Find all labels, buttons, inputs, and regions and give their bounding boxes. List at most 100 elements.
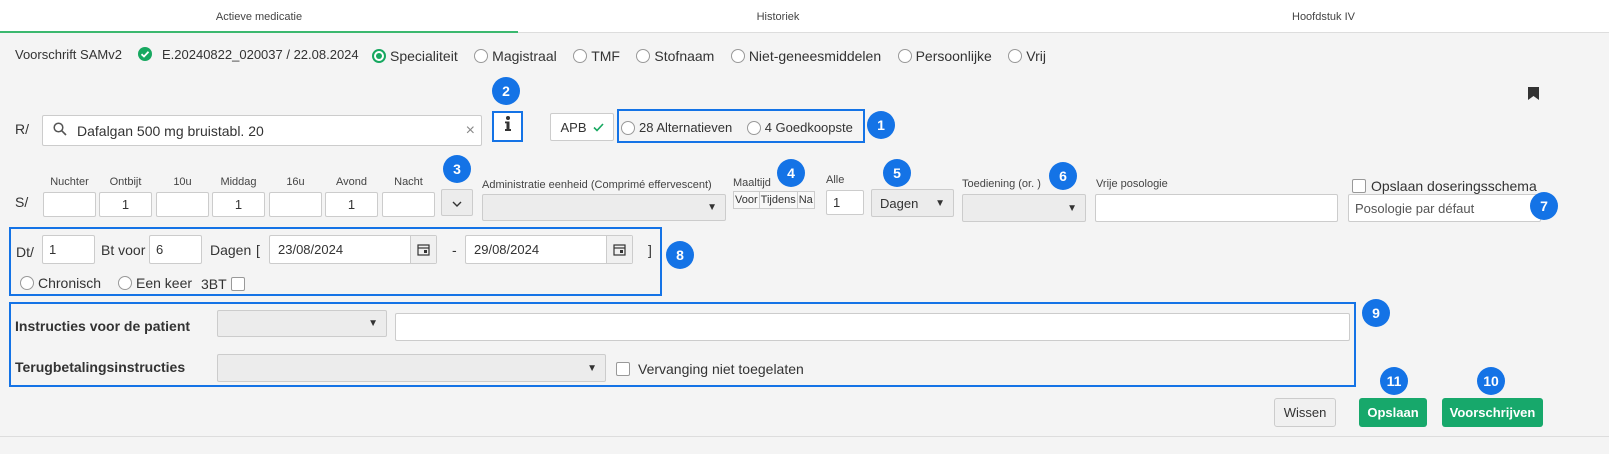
meal-option-tijdens[interactable]: Tijdens [759,191,798,209]
divider [0,436,1609,437]
time-input-avond[interactable]: 1 [325,192,378,217]
bracket-close: ] [648,242,652,258]
time-input-16u[interactable] [269,192,322,217]
apb-button[interactable]: APB [550,113,614,141]
annotation-badge-10: 10 [1477,367,1505,395]
check-circle-icon [138,47,152,66]
time-input-nacht[interactable] [382,192,435,217]
time-input-middag[interactable]: 1 [212,192,265,217]
patient-instructions-select[interactable]: ▼ [217,310,387,337]
medication-search-input[interactable]: Dafalgan 500 mg bruistabl. 20 × [42,115,482,146]
time-input-nuchter[interactable] [43,192,96,217]
save-schema-checkbox[interactable]: Opslaan doseringsschema [1352,177,1537,195]
meal-label: Maaltijd [733,177,771,189]
type-radio-niet-geneesmiddelen[interactable]: Niet-geneesmiddelen [730,47,881,64]
bt-voor-label: Bt voor [101,242,146,258]
type-radio-vrij[interactable]: Vrij [1008,47,1046,64]
route-select[interactable]: ▼ [962,194,1086,222]
bracket-open: [ [256,242,260,258]
time-input-ontbijt[interactable]: 1 [99,192,152,217]
info-icon [504,116,512,137]
dagen-label: Dagen [210,242,252,258]
dt-days-input[interactable]: 6 [149,235,202,264]
chronisch-radio[interactable]: Chronisch [20,274,101,292]
tab-bar: Actieve medicatie Historiek Hoofdstuk IV [0,0,1609,33]
prescription-id: E.20240822_020037 / 22.08.2024 [162,47,359,62]
s-label: S/ [15,194,29,210]
annotation-badge-1: 1 [867,111,895,139]
patient-instructions-input[interactable] [395,313,1350,341]
type-radio-group: Specialiteit Magistraal TMF Stofnaam Nie… [372,47,1046,65]
alternatives-radio[interactable]: 28 Alternatieven [621,119,732,136]
end-date-value: 29/08/2024 [474,242,540,257]
chevron-down-icon: ▼ [935,197,945,209]
clear-button[interactable]: Wissen [1274,398,1336,427]
every-label: Alle [826,174,845,186]
type-radio-tmf[interactable]: TMF [573,47,620,64]
annotation-badge-8: 8 [666,241,694,269]
dt-quantity-input[interactable]: 1 [42,235,95,264]
search-icon [53,122,67,139]
cheapest-radio[interactable]: 4 Goedkoopste [746,119,853,136]
expand-times-button[interactable] [441,189,473,216]
een-keer-radio[interactable]: Een keer [118,274,192,292]
3bt-checkbox[interactable]: 3BT [201,275,245,293]
bookmark-icon[interactable] [1528,87,1539,105]
3bt-label: 3BT [201,275,227,292]
apb-label: APB [560,119,587,135]
alternatives-radio-group: 28 Alternatieven 4 Goedkoopste [621,119,853,137]
type-radio-specialiteit[interactable]: Specialiteit [372,47,458,64]
calendar-icon[interactable] [606,236,632,263]
time-label-nuchter: Nuchter [50,176,89,188]
r-label: R/ [15,121,29,137]
admin-unit-select[interactable]: ▼ [482,194,726,221]
chevron-down-icon: ▼ [368,318,378,329]
reimbursement-label: Terugbetalingsinstructies [15,359,186,375]
route-label: Toediening (or. ) [962,178,1041,190]
tab-actieve-medicatie[interactable]: Actieve medicatie [0,0,518,33]
meal-option-na[interactable]: Na [797,191,815,209]
medication-search-value: Dafalgan 500 mg bruistabl. 20 [77,122,264,139]
default-posology-input[interactable]: Posologie par défaut [1348,194,1541,222]
type-radio-stofnaam[interactable]: Stofnaam [636,47,714,64]
every-input[interactable]: 1 [826,190,864,215]
tab-hoofdstuk-iv[interactable]: Hoofdstuk IV [1038,0,1609,33]
type-radio-magistraal[interactable]: Magistraal [474,47,557,64]
save-button[interactable]: Opslaan [1359,398,1427,427]
unit-select[interactable]: Dagen ▼ [871,189,954,217]
substitution-checkbox[interactable]: Vervanging niet toegelaten [616,360,804,378]
annotation-badge-2: 2 [492,77,520,105]
time-input-10u[interactable] [156,192,209,217]
prescription-title: Voorschrift SAMv2 [15,47,122,62]
calendar-icon[interactable] [410,236,436,263]
meal-options: Voor Tijdens Na [733,191,815,209]
time-label-nacht: Nacht [394,176,423,188]
time-label-10u: 10u [173,176,192,188]
date-dash: - [452,242,457,258]
tab-historiek[interactable]: Historiek [518,0,1038,33]
save-schema-label: Opslaan doseringsschema [1371,177,1537,194]
info-button[interactable] [492,111,523,142]
annotation-badge-6: 6 [1049,162,1077,190]
free-posology-label: Vrije posologie [1096,178,1168,190]
annotation-badge-4: 4 [777,159,805,187]
clear-icon[interactable]: × [466,122,475,140]
check-icon [592,120,604,135]
time-label-ontbijt: Ontbijt [109,176,142,188]
end-date-input[interactable]: 29/08/2024 [465,235,633,264]
annotation-badge-3: 3 [443,155,471,183]
reimbursement-select[interactable]: ▼ [217,354,606,382]
chevron-down-icon: ▼ [1067,202,1077,214]
chevron-down-icon [452,194,462,212]
type-radio-persoonlijke[interactable]: Persoonlijke [897,47,992,64]
free-posology-input[interactable] [1095,194,1338,222]
prescribe-button[interactable]: Voorschrijven [1442,398,1543,427]
substitution-label: Vervanging niet toegelaten [638,360,804,377]
chevron-down-icon: ▼ [707,202,717,213]
annotation-badge-9: 9 [1362,299,1390,327]
start-date-value: 23/08/2024 [278,242,344,257]
time-label-avond: Avond [336,176,367,188]
start-date-input[interactable]: 23/08/2024 [269,235,437,264]
patient-instructions-label: Instructies voor de patient [15,318,191,334]
meal-option-voor[interactable]: Voor [733,191,760,209]
